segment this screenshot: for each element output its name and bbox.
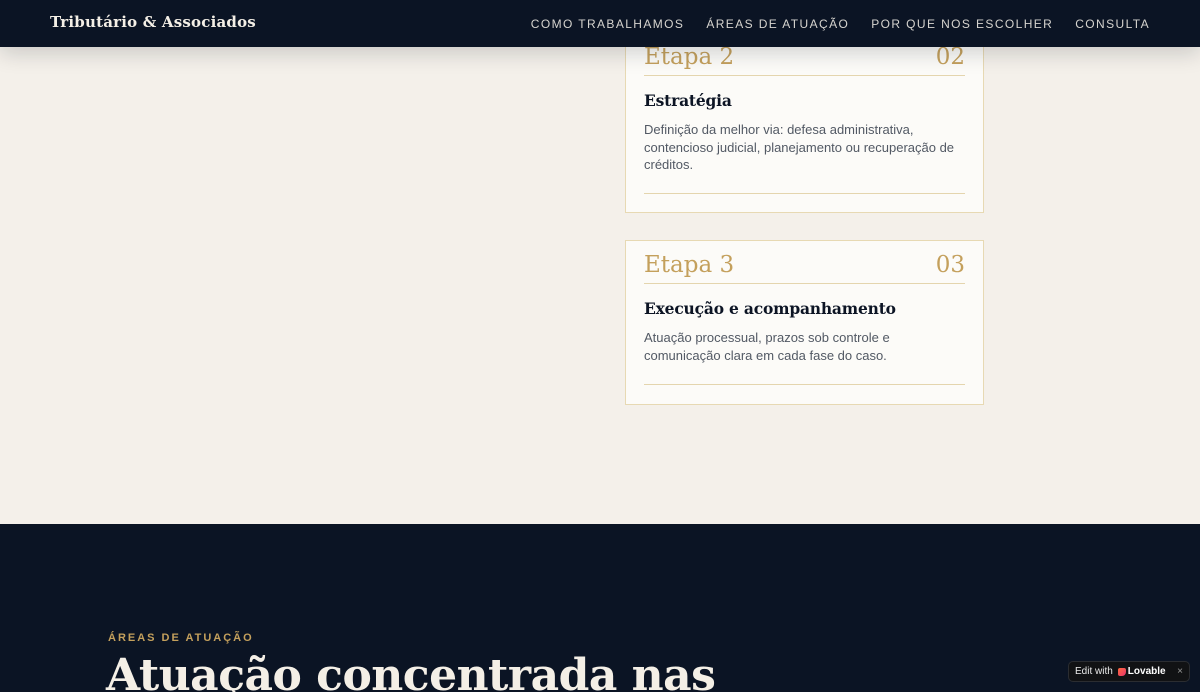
close-icon[interactable]: × [1177,666,1183,677]
section-title: Atuação concentrada nas [106,650,716,692]
section-eyebrow: ÁREAS DE ATUAÇÃO [108,632,254,644]
step-number: 03 [935,252,965,278]
step-title: Execução e acompanhamento [644,299,896,318]
step-description: Definição da melhor via: defesa administ… [644,122,955,172]
nav-link-areas-de-atuacao[interactable]: ÁREAS DE ATUAÇÃO [706,17,849,31]
step-description: Atuação processual, prazos sob controle … [644,330,890,363]
nav-link-consulta[interactable]: CONSULTA [1075,17,1150,31]
step-divider [644,384,965,385]
step-divider [644,193,965,194]
edit-with-lovable-badge[interactable]: Edit with Lovable × [1068,661,1190,682]
lovable-heart-icon [1117,667,1126,676]
step-card-2: Etapa 2 02 Estratégia Definição da melho… [625,34,984,213]
step-label: Etapa 3 [644,252,735,278]
nav-link-por-que-nos-escolher[interactable]: POR QUE NOS ESCOLHER [871,17,1053,31]
step-title: Estratégia [644,91,732,110]
site-header: Tributário & Associados COMO TRABALHAMOS… [0,0,1200,47]
step-card-header: Etapa 3 03 [644,250,965,284]
lovable-logo: Lovable [1127,666,1166,677]
step-card-3: Etapa 3 03 Execução e acompanhamento Atu… [625,240,984,405]
nav-link-como-trabalhamos[interactable]: COMO TRABALHAMOS [531,17,685,31]
brand-logo[interactable]: Tributário & Associados [50,13,256,31]
step-number: 02 [935,44,965,70]
areas-section: ÁREAS DE ATUAÇÃO Atuação concentrada nas [0,524,1200,692]
badge-prefix: Edit with [1075,666,1113,677]
step-label: Etapa 2 [644,44,735,70]
main-nav: COMO TRABALHAMOS ÁREAS DE ATUAÇÃO POR QU… [531,0,1150,47]
